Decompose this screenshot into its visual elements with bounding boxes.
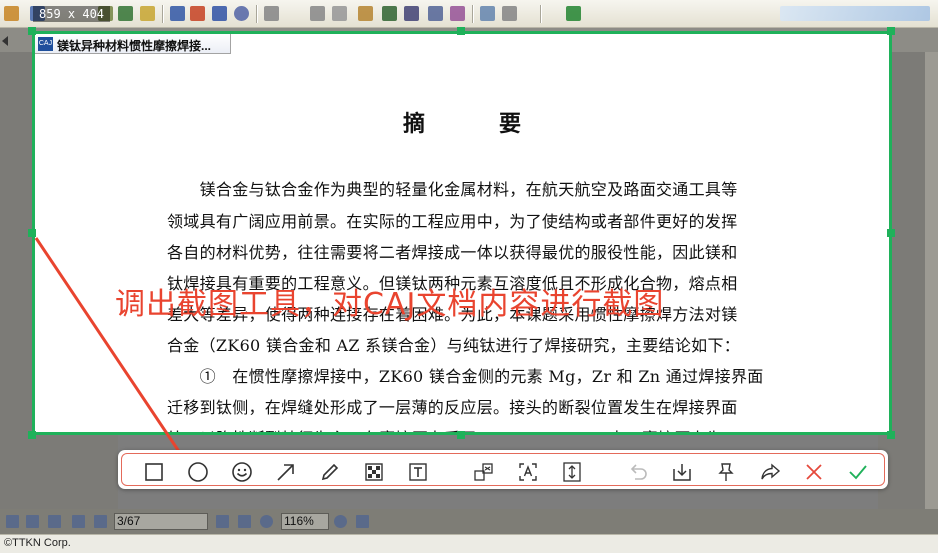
rectangle-draw-icon[interactable] <box>212 6 227 21</box>
ocr-icon <box>474 463 493 481</box>
bookmark-icon[interactable] <box>450 6 465 21</box>
previous-page-icon[interactable] <box>94 515 107 528</box>
page-number-input[interactable]: 3/67 <box>114 513 208 530</box>
zoom-out-icon[interactable] <box>260 515 273 528</box>
resize-handle-bottom-right[interactable] <box>887 431 895 439</box>
share-button[interactable] <box>758 460 782 484</box>
toolbar-separator <box>162 5 164 23</box>
cancel-button[interactable] <box>802 460 826 484</box>
resize-handle-bottom[interactable] <box>457 431 465 439</box>
paragraph-line: 各自的材料优势，往往需要将二者焊接成一体以获得最优的服役性能，因此镁和 <box>167 243 738 262</box>
text-format-icon[interactable] <box>404 6 419 21</box>
single-page-icon[interactable] <box>6 515 19 528</box>
document-heading: 摘 要 <box>402 111 547 137</box>
line-icon[interactable] <box>170 6 185 21</box>
zoom-in-icon[interactable] <box>334 515 347 528</box>
save-button[interactable] <box>670 460 694 484</box>
hand-tool-icon[interactable] <box>4 6 19 21</box>
navigation-bar: 3/67 116% <box>0 509 938 534</box>
status-text: ©TTKN Corp. <box>4 537 71 549</box>
app-toolbar <box>0 0 938 28</box>
long-screenshot-tool[interactable] <box>560 460 584 484</box>
resize-handle-top[interactable] <box>457 27 465 35</box>
mosaic-icon <box>365 463 383 481</box>
arrow-icon <box>277 464 294 481</box>
resize-handle-right[interactable] <box>887 229 895 237</box>
circle-icon <box>188 462 208 482</box>
font-color-icon[interactable] <box>382 6 397 21</box>
fit-page-icon[interactable] <box>356 515 369 528</box>
close-icon <box>806 464 822 480</box>
text-tool[interactable] <box>406 460 430 484</box>
highlight-icon[interactable] <box>140 6 155 21</box>
refresh-icon[interactable] <box>118 6 133 21</box>
undo-button[interactable] <box>626 460 650 484</box>
continuous-page-icon[interactable] <box>48 515 61 528</box>
font-size-icon[interactable] <box>358 6 373 21</box>
capture-toolbar-frame <box>121 453 885 486</box>
eraser-icon[interactable] <box>264 6 279 21</box>
scroll-left-icon[interactable] <box>2 36 8 46</box>
share-icon <box>761 463 781 480</box>
confirm-button[interactable] <box>846 460 870 484</box>
search-box[interactable] <box>780 6 930 21</box>
paragraph-line: ① 在惯性摩擦焊接中，ZK60 镁合金侧的元素 Mg，Zr 和 Zn 通过焊接界… <box>167 367 764 386</box>
toolbar-separator <box>540 5 542 23</box>
settings-icon[interactable] <box>310 6 325 21</box>
double-page-icon[interactable] <box>26 515 39 528</box>
document-tab-label: 镁钛异种材料惯性摩擦焊接... <box>57 39 212 53</box>
ellipse-draw-icon[interactable] <box>234 6 249 21</box>
caj-file-icon: CAJ <box>38 37 53 51</box>
music-icon[interactable] <box>332 6 347 21</box>
pin-button[interactable] <box>714 460 738 484</box>
anchor-icon[interactable] <box>428 6 443 21</box>
next-page-icon[interactable] <box>216 515 229 528</box>
paragraph-line: 合金（ZK60 镁合金和 AZ 系镁合金）与纯钛进行了焊接研究，主要结论如下： <box>167 336 741 355</box>
ellipse-tool[interactable] <box>186 460 210 484</box>
capture-toolbar <box>118 450 888 489</box>
emoji-tool[interactable] <box>230 460 254 484</box>
pin-icon <box>718 463 734 481</box>
cut-icon[interactable] <box>502 6 517 21</box>
text-icon <box>409 463 427 481</box>
scroll-capture-icon <box>563 462 581 482</box>
pen-icon <box>321 463 339 481</box>
download-icon <box>673 464 691 481</box>
capture-size-readout: 859 x 404 <box>33 6 111 22</box>
text-recognize-tool[interactable] <box>516 460 540 484</box>
paragraph-line: 镁合金与钛合金作为典型的轻量化金属材料，在航天航空及路面交通工具等 <box>167 180 738 199</box>
text-recognize-icon <box>519 463 537 481</box>
status-bar: ©TTKN Corp. <box>0 534 938 553</box>
paragraph-line: 迁移到钛侧，在焊缝处形成了一层薄的反应层。接头的断裂位置发生在焊接界面 <box>167 398 738 417</box>
document-tab[interactable]: CAJ 镁钛异种材料惯性摩擦焊接... <box>35 34 231 54</box>
pen-tool[interactable] <box>318 460 342 484</box>
rectangle-tool[interactable] <box>142 460 166 484</box>
ocr-tool[interactable] <box>472 460 496 484</box>
annotation-text: 调出截图工具，对CAJ文档内容进行截图 <box>115 287 665 322</box>
go-icon[interactable] <box>566 6 581 21</box>
zoom-level-input[interactable]: 116% <box>281 513 329 530</box>
checkbox-icon[interactable] <box>480 6 495 21</box>
rectangle-icon <box>145 463 163 481</box>
vertical-scrollbar[interactable] <box>925 52 938 509</box>
paragraph-line: 领域具有广阔应用前景。在实际的工程应用中，为了使结构或者部件更好的发挥 <box>167 212 738 231</box>
first-page-icon[interactable] <box>72 515 85 528</box>
resize-handle-bottom-left[interactable] <box>28 431 36 439</box>
toolbar-separator <box>472 5 474 23</box>
pencil-icon[interactable] <box>190 6 205 21</box>
smiley-icon <box>232 462 252 482</box>
arrow-tool[interactable] <box>274 460 298 484</box>
check-icon <box>849 465 867 480</box>
resize-handle-top-right[interactable] <box>887 27 895 35</box>
last-page-icon[interactable] <box>238 515 251 528</box>
undo-icon <box>630 464 647 480</box>
capture-region[interactable]: CAJ 镁钛异种材料惯性摩擦焊接... 摘 要 镁合金与钛合金作为典型的轻量化金… <box>32 31 892 435</box>
paragraph-line: 处，以脆性断裂特征为主。在摩擦压力采用 15MPa-60MPa 中，摩擦压力为 … <box>167 425 827 432</box>
resize-handle-left[interactable] <box>28 229 36 237</box>
toolbar-separator <box>256 5 258 23</box>
mosaic-tool[interactable] <box>362 460 386 484</box>
resize-handle-top-left[interactable] <box>28 27 36 35</box>
